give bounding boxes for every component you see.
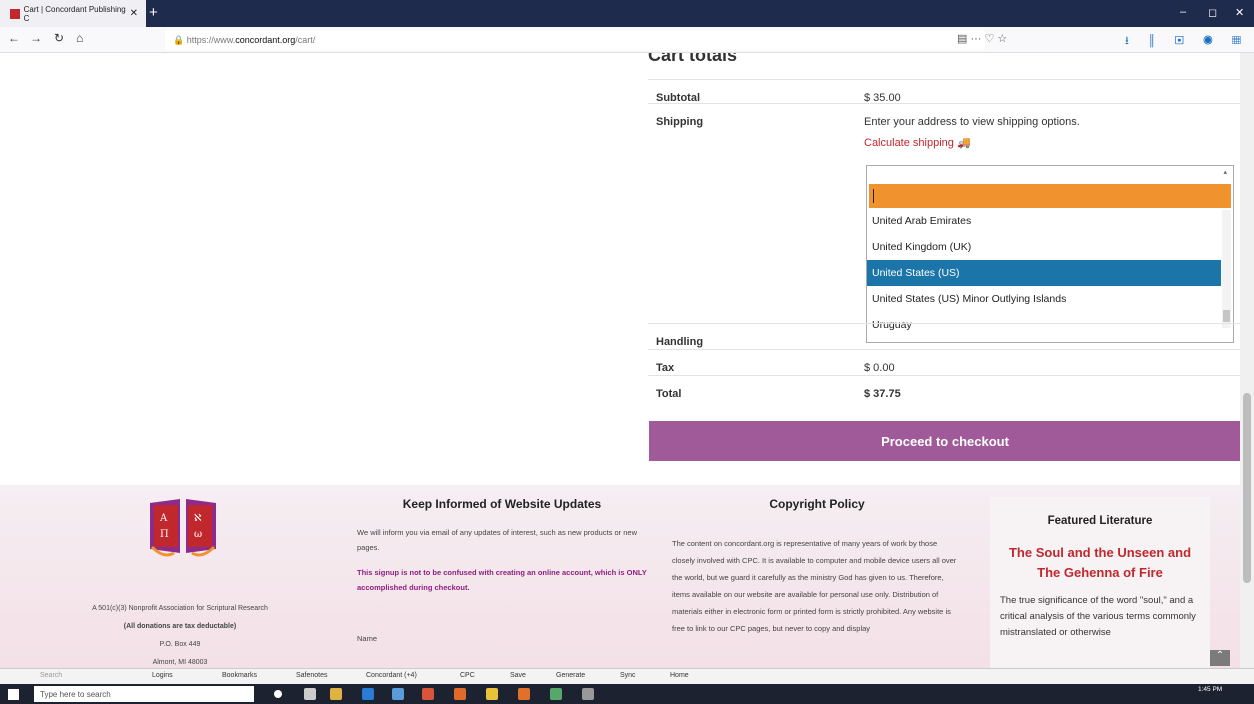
svg-text:A: A <box>159 513 168 524</box>
featured-book-link[interactable]: The Soul and the Unseen and The Gehenna … <box>1000 543 1200 583</box>
restore-icon[interactable]: ◻ <box>1208 6 1217 19</box>
name-field-label: Name <box>357 634 378 643</box>
close-window-icon[interactable]: ✕ <box>1235 6 1244 19</box>
updates-warning: This signup is not to be confused with c… <box>357 568 647 592</box>
back-icon[interactable]: ← <box>8 31 20 45</box>
country-option[interactable]: United States (US) Minor Outlying Island… <box>867 286 1221 312</box>
taskbar-search[interactable]: Type here to search <box>34 686 254 702</box>
updates-heading: Keep Informed of Website Updates <box>402 497 602 511</box>
truck-icon: 🚚 <box>956 137 971 149</box>
updates-text: We will inform you via email of any upda… <box>357 528 637 552</box>
browser-tab[interactable]: Cart | Concordant Publishing C ✕ <box>0 0 146 27</box>
search-box[interactable]: Search <box>40 672 62 679</box>
url-prefix: https://www. <box>186 35 236 45</box>
handling-row: Handling <box>648 323 1240 351</box>
app-icon[interactable] <box>550 688 562 700</box>
bookmark-item[interactable]: Home <box>670 672 689 679</box>
favicon-icon <box>10 8 20 19</box>
page-actions-icon[interactable]: ▤ ··· ♡ ☆ <box>957 32 1007 45</box>
url-path: /cart/ <box>295 35 316 45</box>
lock-icon: 🔒 <box>173 34 187 45</box>
svg-text:ω: ω <box>194 529 202 540</box>
newsletter-signup: Keep Informed of Website Updates We will… <box>357 497 647 646</box>
windows-taskbar: Type here to search 1:45 PM <box>0 684 1254 704</box>
total-row: Total $ 37.75 <box>648 375 1240 405</box>
proceed-to-checkout-button[interactable]: Proceed to checkout <box>649 421 1240 461</box>
edge-icon[interactable] <box>362 688 374 700</box>
home-icon[interactable]: ⌂ <box>76 31 83 45</box>
calculate-shipping-link[interactable]: Calculate shipping 🚚 <box>864 136 971 149</box>
bookmark-item[interactable]: CPC <box>460 672 475 679</box>
close-tab-icon[interactable]: ✕ <box>130 8 138 19</box>
firefox-icon[interactable] <box>518 688 530 700</box>
address-bar[interactable]: 🔒 https://www. concordant.org/cart/ <box>165 30 985 50</box>
navigation-bar: ← → ↻ ⌂ 🔒 https://www. concordant.org/car… <box>0 27 1254 53</box>
reload-icon[interactable]: ↻ <box>54 31 64 45</box>
dropdown-arrow-icon[interactable]: ▴ <box>1223 168 1227 176</box>
country-option[interactable]: United Arab Emirates <box>867 208 1221 234</box>
page-content: Cart totals Subtotal $ 35.00 Shipping En… <box>0 53 1240 668</box>
tab-title: Cart | Concordant Publishing C <box>23 4 126 23</box>
bookmark-item[interactable]: Logins <box>152 672 173 679</box>
system-clock[interactable]: 1:45 PM <box>1198 685 1222 694</box>
bookmarks-bar: Search Logins Bookmarks Safenotes Concor… <box>0 668 1254 684</box>
scroll-to-top-button[interactable]: ⌃ <box>1210 650 1230 666</box>
shipping-text: Enter your address to view shipping opti… <box>864 116 1080 128</box>
organization-info: A 501(c)(3) Nonprofit Association for Sc… <box>92 605 268 666</box>
browser-tab-bar: Cart | Concordant Publishing C ✕ + – ◻ ✕ <box>0 0 1254 27</box>
svg-text:ℵ: ℵ <box>194 513 202 524</box>
tax-value: $ 0.00 <box>864 362 895 374</box>
cortana-icon[interactable] <box>274 690 282 698</box>
country-select-dropdown[interactable]: ▴ United Arab Emirates United Kingdom (U… <box>866 165 1234 343</box>
country-search-input[interactable] <box>869 184 1231 208</box>
featured-literature: Featured Literature The Soul and the Uns… <box>990 497 1210 668</box>
total-label: Total <box>656 388 682 400</box>
cart-totals-heading: Cart totals <box>648 53 738 65</box>
shipping-label: Shipping <box>656 116 704 128</box>
bookmark-item[interactable]: Safenotes <box>296 672 328 679</box>
total-value: $ 37.75 <box>864 388 901 400</box>
dropdown-scrollbar[interactable] <box>1222 210 1231 328</box>
featured-book-description: The true significance of the word "soul,… <box>1000 595 1196 638</box>
page-scrollbar[interactable] <box>1240 53 1254 668</box>
handling-label: Handling <box>656 336 704 348</box>
bookmark-item[interactable]: Sync <box>620 672 636 679</box>
featured-heading: Featured Literature <box>1047 515 1153 527</box>
file-explorer-icon[interactable] <box>330 688 342 700</box>
brave-icon[interactable] <box>454 688 466 700</box>
chrome-icon[interactable] <box>486 688 498 700</box>
concordant-logo: A ℵ Π ω <box>150 499 216 557</box>
ie-icon[interactable] <box>392 688 404 700</box>
tax-row: Tax $ 0.00 <box>648 349 1240 377</box>
svg-text:Π: Π <box>160 529 169 540</box>
windows-start-icon[interactable] <box>8 689 19 700</box>
copyright-heading: Copyright Policy <box>769 497 865 511</box>
country-option[interactable]: United Kingdom (UK) <box>867 234 1221 260</box>
country-option-selected[interactable]: United States (US) <box>867 260 1221 286</box>
bookmark-item[interactable]: Concordant (+4) <box>366 672 417 679</box>
tool-icon[interactable] <box>582 688 594 700</box>
copyright-policy: Copyright Policy The content on concorda… <box>672 497 962 637</box>
url-domain: concordant.org <box>235 35 296 45</box>
bookmark-item[interactable]: Generate <box>556 672 585 679</box>
copyright-text: The content on concordant.org is represe… <box>672 539 957 633</box>
forward-icon[interactable]: → <box>30 31 42 45</box>
site-footer: A ℵ Π ω A 501(c)(3) Nonprofit Associatio… <box>0 485 1240 668</box>
bookmark-item[interactable]: Save <box>510 672 526 679</box>
toolbar-extension-icons[interactable]: ⭳ ║ ▣ ◉ ▦ <box>1125 32 1249 51</box>
minimize-icon[interactable]: – <box>1180 6 1186 18</box>
browser-icon[interactable] <box>422 688 434 700</box>
new-tab-icon[interactable]: + <box>149 4 158 21</box>
bookmark-item[interactable]: Bookmarks <box>222 672 257 679</box>
task-view-icon[interactable] <box>304 688 316 700</box>
tax-label: Tax <box>656 362 675 374</box>
